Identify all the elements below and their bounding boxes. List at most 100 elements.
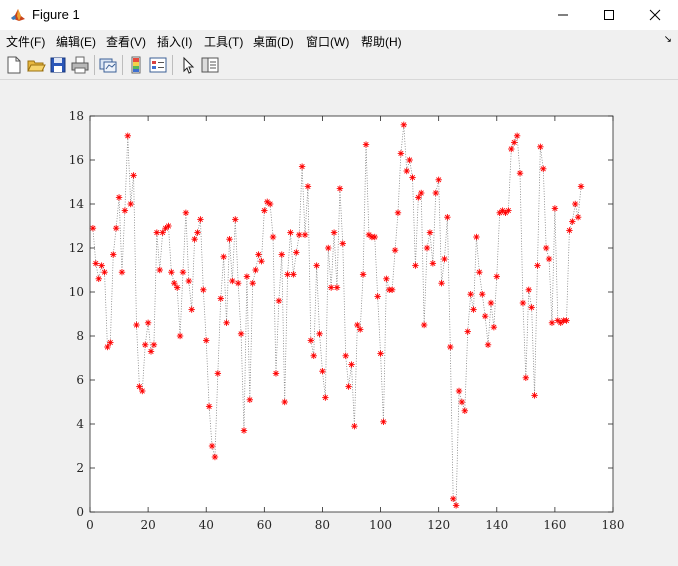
open-file-icon[interactable]	[26, 55, 46, 75]
data-point	[191, 236, 198, 243]
menu-file[interactable]: 文件(F)	[6, 33, 45, 50]
data-point	[345, 383, 352, 390]
legend-icon[interactable]	[148, 55, 168, 75]
maximize-button[interactable]	[586, 0, 632, 30]
data-point	[266, 200, 274, 208]
x-tick-label: 100	[369, 518, 392, 532]
data-point	[269, 233, 277, 241]
data-point	[513, 132, 521, 139]
data-point	[447, 343, 454, 351]
data-point	[380, 418, 387, 425]
minimize-button[interactable]	[540, 0, 586, 30]
data-point	[435, 176, 442, 183]
data-point	[357, 326, 364, 333]
data-point	[226, 236, 233, 243]
data-point	[432, 189, 439, 197]
dock-arrow-icon[interactable]: ↘	[664, 34, 672, 45]
data-point	[310, 352, 317, 359]
new-figure-icon[interactable]	[4, 55, 24, 75]
close-icon	[649, 9, 661, 21]
data-point	[171, 280, 178, 287]
data-point	[237, 330, 245, 337]
print-icon[interactable]	[70, 55, 90, 75]
data-point	[229, 277, 236, 285]
y-tick-label: 12	[69, 241, 84, 255]
data-point	[333, 284, 341, 291]
data-point	[211, 453, 219, 461]
data-point	[307, 337, 315, 344]
plot-svg[interactable]: 0 20 40 60 80 100 120 140 160 180 0 2 4 6 8 10 12 14 16 18	[0, 80, 678, 566]
select-pointer-icon[interactable]	[178, 55, 198, 75]
y-tick-label: 14	[69, 197, 85, 211]
data-point	[423, 244, 431, 252]
menu-window[interactable]: 窗口(W)	[306, 33, 349, 50]
menu-edit[interactable]: 编辑(E)	[56, 33, 96, 50]
data-point	[522, 374, 530, 381]
data-point	[545, 255, 553, 263]
menu-insert[interactable]: 插入(I)	[157, 33, 192, 50]
data-point	[409, 174, 416, 181]
y-tick-label: 2	[76, 461, 84, 475]
property-editor-icon[interactable]	[200, 55, 220, 75]
data-point	[173, 284, 181, 291]
data-point	[136, 383, 143, 390]
data-point	[383, 275, 390, 282]
x-tick-label: 20	[140, 518, 155, 532]
data-point	[569, 218, 576, 225]
data-point	[377, 350, 384, 357]
data-point	[284, 271, 291, 278]
data-point	[101, 269, 108, 276]
y-tick-label: 16	[69, 153, 84, 167]
data-point	[426, 229, 434, 236]
x-tick-label: 180	[602, 518, 625, 532]
data-point	[127, 200, 134, 208]
x-tick-label: 60	[257, 518, 272, 532]
data-point	[278, 251, 285, 258]
data-point	[336, 185, 344, 192]
data-point	[420, 321, 428, 329]
data-point	[493, 273, 500, 280]
data-point	[371, 233, 378, 241]
menu-desktop[interactable]: 桌面(D)	[253, 33, 294, 50]
data-point	[339, 240, 346, 247]
data-point	[112, 225, 120, 232]
data-point	[374, 293, 381, 300]
data-point	[572, 200, 579, 208]
data-point	[304, 183, 312, 190]
data-point	[508, 145, 515, 153]
data-point	[107, 339, 114, 346]
data-point	[301, 231, 309, 238]
data-point	[168, 269, 175, 276]
data-point	[246, 396, 254, 403]
close-button[interactable]	[632, 0, 678, 30]
data-point	[479, 291, 486, 298]
data-point	[566, 227, 573, 234]
colorbar-icon[interactable]	[126, 55, 146, 75]
data-point	[534, 262, 541, 269]
data-point	[255, 251, 262, 258]
data-point	[130, 172, 137, 179]
data-point	[287, 229, 294, 236]
data-point	[179, 269, 187, 276]
data-point	[188, 306, 195, 313]
data-point	[319, 368, 326, 375]
data-point	[214, 370, 222, 377]
data-point	[98, 262, 105, 269]
data-point	[272, 370, 280, 377]
data-point	[249, 280, 256, 287]
data-point	[322, 394, 329, 401]
data-point	[185, 277, 192, 285]
save-icon[interactable]	[48, 55, 68, 75]
data-point	[208, 442, 216, 450]
menu-bar: 文件(F) 编辑(E) 查看(V) 插入(I) 工具(T) 桌面(D) 窗口(W…	[0, 30, 678, 51]
menu-help[interactable]: 帮助(H)	[361, 33, 402, 50]
y-tick-label: 10	[69, 285, 84, 299]
data-point	[205, 403, 213, 410]
data-point	[296, 231, 303, 238]
menu-view[interactable]: 查看(V)	[106, 33, 146, 50]
link-plot-icon[interactable]	[98, 55, 118, 75]
data-point	[325, 244, 332, 252]
menu-tools[interactable]: 工具(T)	[204, 33, 243, 50]
data-point	[89, 225, 97, 232]
data-point	[464, 328, 471, 335]
